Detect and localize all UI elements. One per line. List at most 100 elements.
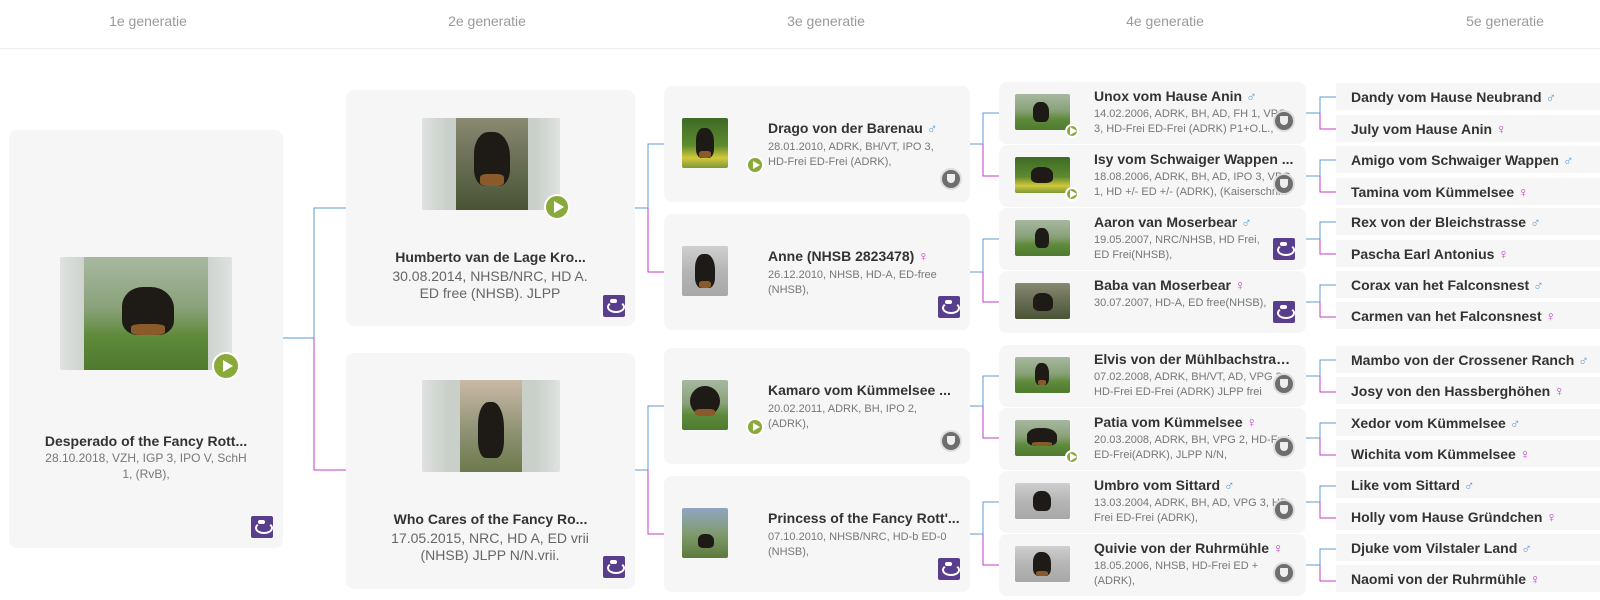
gen4-dog-card[interactable]: Unox vom Hause Anin ♂ 14.02.2006, ADRK, B…: [999, 82, 1306, 144]
male-icon: ♂: [1509, 415, 1521, 431]
dog-photo[interactable]: [422, 380, 560, 472]
adrk-shield-icon[interactable]: [940, 168, 962, 190]
gen5-dog-entry[interactable]: Djuke vom Vilstaler Land ♂: [1336, 534, 1600, 562]
breed-club-logo-icon[interactable]: [938, 558, 960, 580]
dog-info: 26.12.2010, NHSB, HD-A, ED-free (NHSB),: [768, 269, 937, 296]
generation-3-label: 3e generatie: [787, 13, 865, 29]
dog-name[interactable]: Umbro vom Sittard ♂: [1094, 477, 1294, 493]
breed-club-logo-icon[interactable]: [1273, 238, 1295, 260]
adrk-shield-icon[interactable]: [1273, 499, 1295, 521]
dog-name[interactable]: Isy vom Schwaiger Wappen ...: [1094, 151, 1294, 167]
dog-photo[interactable]: [682, 118, 728, 168]
dog-name[interactable]: Patia vom Kümmelsee ♀: [1094, 414, 1294, 430]
gen5-dog-entry[interactable]: Carmen van het Falconsnest ♀: [1336, 302, 1600, 330]
gen5-dog-entry[interactable]: Holly vom Hause Gründchen ♀: [1336, 503, 1600, 531]
dog-name[interactable]: Drago von der Barenau ♂: [768, 120, 960, 136]
gen5-dog-entry[interactable]: Like vom Sittard ♂: [1336, 471, 1600, 499]
gen5-dog-entry[interactable]: Josy von den Hassberghöhen ♀: [1336, 377, 1600, 405]
dog-name[interactable]: Humberto van de Lage Kro...: [356, 249, 625, 265]
gen3-dog-card[interactable]: Anne (NHSB 2823478) ♀ 26.12.2010, NHSB, H…: [664, 214, 970, 330]
gen5-dog-entry[interactable]: Wichita vom Kümmelsee ♀: [1336, 440, 1600, 468]
generation-1-label: 1e generatie: [109, 13, 187, 29]
breed-club-logo-icon[interactable]: [251, 516, 273, 538]
dog-name[interactable]: Unox vom Hause Anin ♂: [1094, 88, 1294, 104]
adrk-shield-icon[interactable]: [1273, 436, 1295, 458]
gen5-dog-entry[interactable]: Xedor vom Kümmelsee ♂: [1336, 409, 1600, 437]
gen5-dog-entry[interactable]: Dandy vom Hause Neubrand ♂: [1336, 83, 1600, 111]
video-play-icon[interactable]: [544, 194, 570, 220]
dog-photo[interactable]: [682, 380, 728, 430]
dog-name[interactable]: Anne (NHSB 2823478) ♀: [768, 248, 960, 264]
dog-photo[interactable]: [682, 246, 728, 296]
gen5-dog-entry[interactable]: July vom Hause Anin ♀: [1336, 115, 1600, 143]
male-icon: ♂: [1530, 214, 1541, 230]
dog-photo[interactable]: [1015, 157, 1070, 193]
dog-photo[interactable]: [60, 257, 232, 370]
dog-info: 07.02.2008, ADRK, BH/VT, AD, VPG 3, HD-F…: [1094, 371, 1285, 398]
video-play-icon[interactable]: [746, 156, 764, 174]
video-play-icon[interactable]: [746, 418, 764, 436]
video-play-icon[interactable]: [1065, 450, 1079, 464]
dog-photo[interactable]: [1015, 483, 1070, 519]
adrk-shield-icon[interactable]: [1273, 173, 1295, 195]
dog-name[interactable]: Baba van Moserbear ♀: [1094, 277, 1294, 293]
adrk-shield-icon[interactable]: [1273, 373, 1295, 395]
dog-name[interactable]: Desperado of the Fancy Rott...: [19, 433, 273, 449]
video-play-icon[interactable]: [212, 352, 240, 380]
dog-name[interactable]: Aaron van Moserbear ♂: [1094, 214, 1294, 230]
dog-info: 28.10.2018, VZH, IGP 3, IPO V, SchH 1, (…: [45, 451, 247, 481]
dog-photo[interactable]: [1015, 220, 1070, 256]
female-icon: ♀: [1273, 540, 1284, 556]
video-play-icon[interactable]: [1065, 187, 1079, 201]
gen4-dog-card[interactable]: Aaron van Moserbear ♂ 19.05.2007, NRC/NHS…: [999, 208, 1306, 270]
dog-photo[interactable]: [682, 508, 728, 558]
gen4-dog-card[interactable]: Isy vom Schwaiger Wappen ... 18.08.2006,…: [999, 145, 1306, 207]
breed-club-logo-icon[interactable]: [1273, 301, 1295, 323]
dog-photo[interactable]: [1015, 94, 1070, 130]
dog-photo[interactable]: [1015, 546, 1070, 582]
gen5-dog-entry[interactable]: Corax van het Falconsnest ♂: [1336, 271, 1600, 299]
male-icon: ♂: [1562, 152, 1574, 168]
dog-name[interactable]: Elvis von der Mühlbachstras...: [1094, 351, 1294, 367]
breed-club-logo-icon[interactable]: [603, 556, 625, 578]
gen2-dog-card-sire[interactable]: Humberto van de Lage Kro... 30.08.2014, …: [346, 90, 635, 326]
dog-name[interactable]: Who Cares of the Fancy Ro...: [356, 511, 625, 527]
dog-info: 17.05.2015, NRC, HD A, ED vrii (NHSB) JL…: [391, 530, 589, 563]
gen5-dog-entry[interactable]: Tamina vom Kümmelsee ♀: [1336, 178, 1600, 206]
dog-info: 14.02.2006, ADRK, BH, AD, FH 1, VPG 3, H…: [1094, 108, 1287, 135]
male-icon: ♂: [1463, 477, 1475, 493]
female-icon: ♀: [1545, 308, 1557, 324]
dog-name[interactable]: Quivie von der Ruhrmühle ♀: [1094, 540, 1294, 556]
gen4-dog-card[interactable]: Elvis von der Mühlbachstras... 07.02.200…: [999, 345, 1306, 407]
gen3-dog-card[interactable]: Princess of the Fancy Rott'... 07.10.201…: [664, 476, 970, 592]
gen5-dog-entry[interactable]: Amigo vom Schwaiger Wappen ♂: [1336, 146, 1600, 174]
dog-name[interactable]: Princess of the Fancy Rott'...: [768, 510, 960, 526]
gen2-dog-card-dam[interactable]: Who Cares of the Fancy Ro... 17.05.2015,…: [346, 353, 635, 589]
gen5-dog-entry[interactable]: Naomi von der Ruhrmühle ♀: [1336, 565, 1600, 593]
adrk-shield-icon[interactable]: [1273, 110, 1295, 132]
video-play-icon[interactable]: [1065, 124, 1079, 138]
dog-photo[interactable]: [1015, 357, 1070, 393]
gen1-dog-card[interactable]: Desperado of the Fancy Rott... 28.10.201…: [9, 130, 283, 548]
gen4-dog-card[interactable]: Patia vom Kümmelsee ♀ 20.03.2008, ADRK, B…: [999, 408, 1306, 470]
breed-club-logo-icon[interactable]: [603, 295, 625, 317]
male-icon: ♂: [1545, 89, 1557, 105]
adrk-shield-icon[interactable]: [1273, 562, 1295, 584]
gen5-dog-entry[interactable]: Mambo von der Crossener Ranch ♂: [1336, 346, 1600, 374]
gen3-dog-card[interactable]: Kamaro vom Kümmelsee ... 20.02.2011, ADR…: [664, 348, 970, 464]
gen5-dog-entry[interactable]: Pascha Earl Antonius ♀: [1336, 240, 1600, 268]
gen3-dog-card[interactable]: Drago von der Barenau ♂ 28.01.2010, ADRK,…: [664, 86, 970, 202]
gen4-dog-card[interactable]: Umbro vom Sittard ♂ 13.03.2004, ADRK, BH,…: [999, 471, 1306, 533]
gen5-dog-entry[interactable]: Rex von der Bleichstrasse ♂: [1336, 208, 1600, 236]
gen4-dog-card[interactable]: Baba van Moserbear ♀ 30.07.2007, HD-A, ED…: [999, 271, 1306, 333]
male-icon: ♂: [1578, 352, 1589, 368]
dog-photo[interactable]: [1015, 420, 1070, 456]
female-icon: ♀: [1496, 121, 1507, 137]
breed-club-logo-icon[interactable]: [938, 296, 960, 318]
dog-photo[interactable]: [422, 118, 560, 210]
gen4-dog-card[interactable]: Quivie von der Ruhrmühle ♀ 18.05.2006, NH…: [999, 534, 1306, 596]
dog-photo[interactable]: [1015, 283, 1070, 319]
male-icon: ♂: [1224, 477, 1235, 493]
dog-name[interactable]: Kamaro vom Kümmelsee ...: [768, 382, 960, 398]
adrk-shield-icon[interactable]: [940, 430, 962, 452]
